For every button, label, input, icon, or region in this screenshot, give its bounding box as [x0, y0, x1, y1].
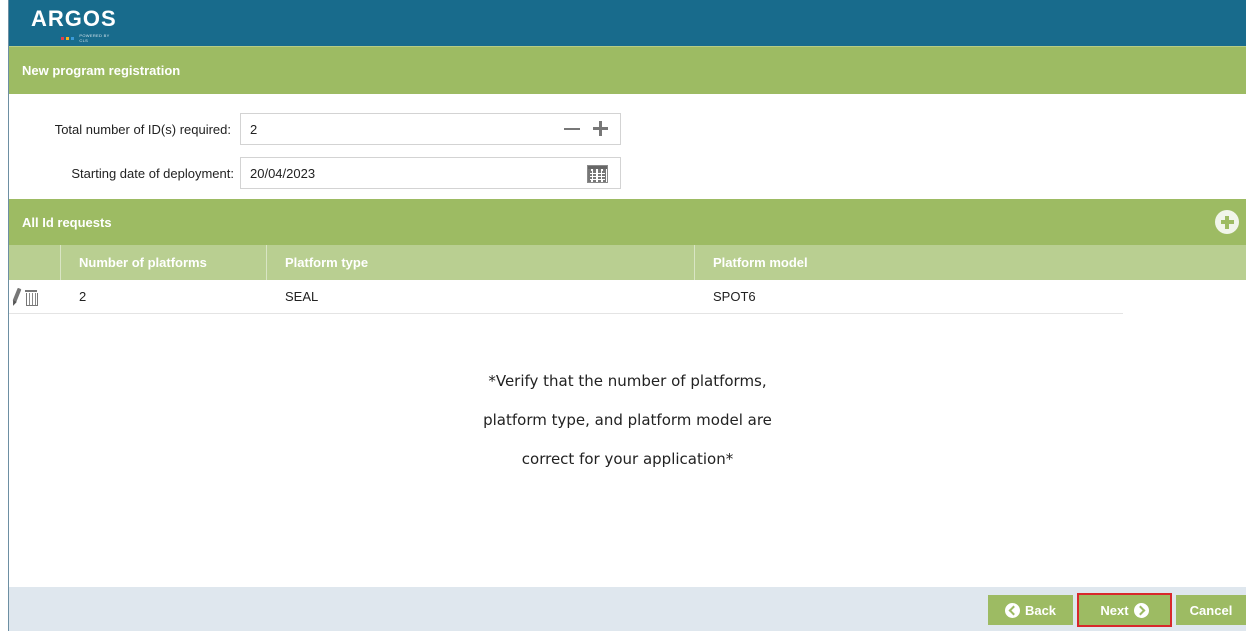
- start-date-row: Starting date of deployment:: [9, 157, 234, 189]
- cancel-button-label: Cancel: [1189, 602, 1233, 618]
- back-button-label: Back: [1024, 602, 1057, 618]
- id-requests-bar: All Id requests: [9, 199, 1246, 245]
- plus-icon[interactable]: [593, 121, 608, 136]
- chevron-left-circle-icon: [1004, 602, 1020, 618]
- logo-dot-yellow: [66, 36, 70, 40]
- logo-text: ARGOS: [31, 6, 117, 31]
- column-header-platform-type[interactable]: Platform type: [267, 245, 695, 280]
- total-ids-label: Total number of ID(s) required:: [54, 121, 231, 137]
- back-button[interactable]: Back: [988, 595, 1073, 625]
- column-header-label: Platform type: [285, 255, 369, 270]
- logo-tagline: POWERED BY CLS: [61, 33, 111, 43]
- start-date-value[interactable]: 20/04/2023: [250, 166, 315, 181]
- id-requests-table-header: Number of platforms Platform type Platfo…: [9, 245, 1246, 280]
- logo-dot-red: [61, 36, 65, 40]
- footer-bar: Back Next Cancel: [9, 587, 1246, 631]
- start-date-label: Starting date of deployment:: [71, 165, 234, 181]
- total-ids-stepper[interactable]: 2: [240, 113, 621, 145]
- table-row: 2 SEAL SPOT6: [9, 280, 1123, 314]
- plus-circle-icon[interactable]: [1215, 210, 1239, 234]
- top-header: ARGOS POWERED BY CLS: [9, 0, 1246, 46]
- calendar-icon[interactable]: [587, 165, 608, 183]
- cell-platform-type: SEAL: [285, 289, 319, 304]
- logo-subtext: POWERED BY CLS: [79, 33, 110, 43]
- cell-number-of-platforms: 2: [79, 289, 87, 304]
- verification-note-line-3: correct for your application*: [521, 450, 734, 468]
- column-header-number-of-platforms[interactable]: Number of platforms: [61, 245, 267, 280]
- logo-dot-blue: [71, 36, 75, 40]
- total-ids-value[interactable]: 2: [250, 122, 257, 137]
- argos-logo[interactable]: ARGOS POWERED BY CLS: [31, 6, 117, 43]
- row-actions: [11, 288, 38, 306]
- actions-column-header: [9, 245, 61, 280]
- total-ids-row: Total number of ID(s) required:: [9, 113, 231, 145]
- column-header-label: Platform model: [713, 255, 808, 270]
- page-title: New program registration: [22, 63, 181, 78]
- pencil-icon[interactable]: [11, 288, 21, 306]
- id-requests-title: All Id requests: [22, 214, 112, 230]
- verification-note-line-2: platform type, and platform model are: [483, 411, 772, 429]
- app-window: ARGOS POWERED BY CLS New program registr…: [8, 0, 1246, 631]
- next-button-label: Next: [1100, 602, 1129, 618]
- trash-icon[interactable]: [25, 288, 38, 306]
- chevron-right-circle-icon: [1133, 602, 1149, 618]
- start-date-field[interactable]: 20/04/2023: [240, 157, 621, 189]
- verification-note-line-1: *Verify that the number of platforms,: [488, 372, 767, 390]
- cell-platform-model: SPOT6: [713, 289, 756, 304]
- column-header-platform-model[interactable]: Platform model: [695, 245, 1246, 280]
- next-button[interactable]: Next: [1077, 593, 1172, 627]
- minus-icon[interactable]: [564, 128, 580, 130]
- cancel-button[interactable]: Cancel: [1176, 595, 1246, 625]
- column-header-label: Number of platforms: [79, 255, 207, 270]
- page-title-bar: New program registration: [9, 46, 1246, 94]
